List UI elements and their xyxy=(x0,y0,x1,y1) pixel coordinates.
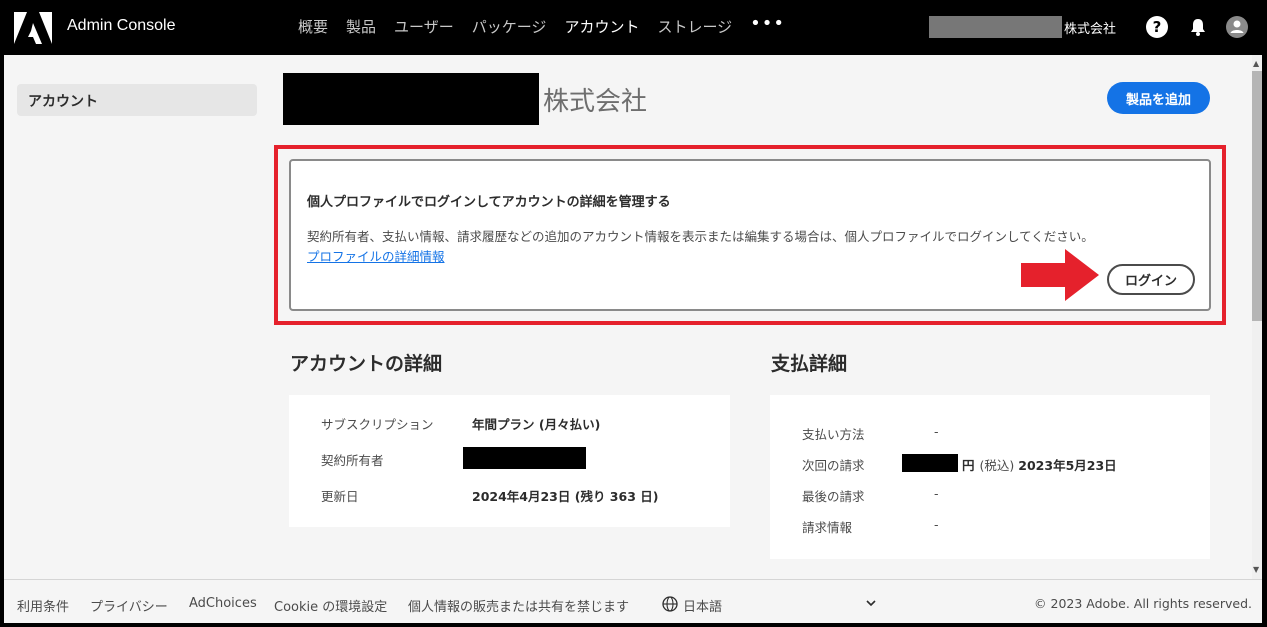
nav-item-packages[interactable]: パッケージ xyxy=(472,16,547,37)
redacted-org-title xyxy=(283,73,539,125)
amount-currency: 円 xyxy=(962,458,975,473)
scrollbar-thumb[interactable] xyxy=(1252,71,1262,321)
add-product-button[interactable]: 製品を追加 xyxy=(1107,82,1210,114)
redacted-amount xyxy=(902,454,958,472)
nav-item-users[interactable]: ユーザー xyxy=(394,16,454,37)
login-notice-card: 個人プロファイルでログインしてアカウントの詳細を管理する 契約所有者、支払い情報… xyxy=(289,159,1211,311)
account-row-renewal: 更新日 2024年4月23日 (残り 363 日) xyxy=(321,486,658,505)
footer-link-do-not-sell[interactable]: 個人情報の販売または共有を禁じます xyxy=(408,596,629,615)
scroll-down-arrow-icon[interactable]: ▼ xyxy=(1253,565,1259,574)
help-icon[interactable]: ? xyxy=(1146,16,1168,38)
nav-item-account[interactable]: アカウント xyxy=(564,16,639,37)
next-bill-date: 2023年5月23日 xyxy=(1018,458,1117,473)
org-switcher[interactable]: 株式会社 xyxy=(929,16,1116,38)
row-label: 次回の請求 xyxy=(802,458,865,473)
nav-more-button[interactable]: ••• xyxy=(750,13,785,37)
redacted-owner xyxy=(463,447,586,469)
top-bar: Admin Console 概要 製品 ユーザー パッケージ アカウント ストレ… xyxy=(0,0,1267,55)
row-value: 2024年4月23日 (残り 363 日) xyxy=(472,489,659,504)
app-title[interactable]: Admin Console xyxy=(67,17,176,35)
org-name-suffix: 株式会社 xyxy=(1064,21,1117,37)
page-title: 株式会社 xyxy=(283,73,647,125)
row-label: 請求情報 xyxy=(802,520,853,535)
payment-row-method: 支払い方法 - xyxy=(802,424,939,443)
red-arrow-icon xyxy=(1021,249,1099,301)
payment-row-next-bill: 次回の請求 円 (税込) 2023年5月23日 xyxy=(802,454,1117,474)
nav-item-products[interactable]: 製品 xyxy=(346,16,376,37)
account-details-title: アカウントの詳細 xyxy=(290,353,443,375)
sidebar-item-account[interactable]: アカウント xyxy=(17,84,257,116)
globe-icon[interactable] xyxy=(662,596,678,612)
profile-details-link[interactable]: プロファイルの詳細情報 xyxy=(307,246,445,265)
bell-icon[interactable] xyxy=(1187,16,1209,38)
row-label: 支払い方法 xyxy=(802,427,865,442)
user-avatar-icon[interactable] xyxy=(1226,16,1248,38)
row-label: 契約所有者 xyxy=(321,453,384,468)
notice-heading: 個人プロファイルでログインしてアカウントの詳細を管理する xyxy=(307,195,671,210)
login-button[interactable]: ログイン xyxy=(1107,264,1195,295)
redacted-org-name xyxy=(929,16,1062,38)
language-selector[interactable]: 日本語 xyxy=(683,596,722,615)
row-label: 最後の請求 xyxy=(802,489,865,504)
row-value: - xyxy=(934,486,939,501)
page-title-suffix: 株式会社 xyxy=(543,85,648,116)
footer-link-terms[interactable]: 利用条件 xyxy=(17,596,69,615)
scroll-up-arrow-icon[interactable]: ▲ xyxy=(1253,59,1259,68)
payment-row-last-bill: 最後の請求 - xyxy=(802,486,939,505)
nav-item-overview[interactable]: 概要 xyxy=(298,16,328,37)
row-label: サブスクリプション xyxy=(321,417,434,432)
footer-link-adchoices[interactable]: AdChoices xyxy=(189,596,257,611)
main-nav: 概要 製品 ユーザー パッケージ アカウント ストレージ ••• xyxy=(298,13,785,37)
nav-item-storage[interactable]: ストレージ xyxy=(657,16,732,37)
payment-details-card: 支払い方法 - 次回の請求 円 (税込) 2023年5月23日 最後の請求 - … xyxy=(770,395,1210,559)
notice-body: 契約所有者、支払い情報、請求履歴などの追加のアカウント情報を表示または編集する場… xyxy=(307,229,1094,244)
account-row-subscription: サブスクリプション 年間プラン (月々払い) xyxy=(321,414,600,433)
tax-note: (税込) xyxy=(979,458,1015,473)
account-row-owner: 契約所有者 xyxy=(321,447,586,469)
payment-details-title: 支払詳細 xyxy=(771,353,848,375)
footer-link-cookie[interactable]: Cookie の環境設定 xyxy=(274,596,387,615)
row-label: 更新日 xyxy=(321,489,359,504)
payment-row-billing-info: 請求情報 - xyxy=(802,517,939,536)
chevron-down-icon[interactable] xyxy=(864,596,878,610)
row-value: 年間プラン (月々払い) xyxy=(472,417,601,432)
main-content: アカウント 株式会社 製品を追加 個人プロファイルでログインしてアカウントの詳細… xyxy=(4,55,1262,623)
row-value: - xyxy=(934,424,939,439)
copyright-text: © 2023 Adobe. All rights reserved. xyxy=(1034,596,1252,611)
account-details-card: サブスクリプション 年間プラン (月々払い) 契約所有者 更新日 2024年4月… xyxy=(289,395,730,527)
adobe-logo-icon[interactable] xyxy=(14,12,52,44)
footer-link-privacy[interactable]: プライバシー xyxy=(90,596,168,615)
footer: 利用条件 プライバシー AdChoices Cookie の環境設定 個人情報の… xyxy=(4,579,1262,623)
row-value: - xyxy=(934,517,939,532)
svg-text:?: ? xyxy=(1153,18,1162,36)
